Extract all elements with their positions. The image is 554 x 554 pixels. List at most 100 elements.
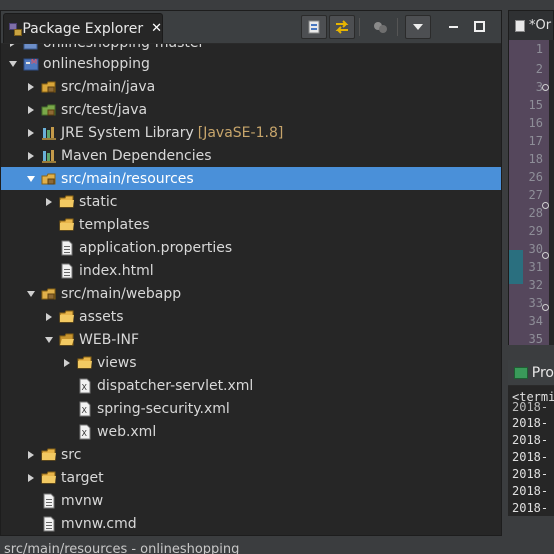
- console-line: 2018-: [512, 501, 549, 515]
- tree-item-label: JRE System Library: [61, 124, 194, 141]
- file-icon: [59, 240, 75, 256]
- chevron-right-icon[interactable]: [61, 357, 73, 369]
- file-icon: [515, 19, 525, 32]
- folder-icon: [41, 470, 57, 486]
- tree-item-maven-dependencies[interactable]: Maven Dependencies: [1, 144, 501, 167]
- tree-item-label: mvnw.cmd: [61, 515, 137, 532]
- chevron-right-icon[interactable]: [25, 127, 37, 139]
- svg-text:X: X: [82, 406, 88, 415]
- chevron-down-icon[interactable]: [25, 173, 37, 185]
- xml-file-icon: X: [77, 401, 93, 417]
- folder-open-icon: [59, 332, 75, 348]
- chevron-right-icon[interactable]: [25, 449, 37, 461]
- tree-item-onlineshopping[interactable]: M onlineshopping: [1, 52, 501, 75]
- line-number: 33: [528, 296, 543, 310]
- chevron-right-icon[interactable]: [25, 150, 37, 162]
- tree-item-label: index.html: [79, 262, 154, 279]
- tree-item-label: src/main/webapp: [61, 285, 182, 302]
- change-marker: [509, 250, 523, 284]
- fold-toggle-icon[interactable]: [542, 202, 549, 209]
- xml-file-icon: X: [77, 424, 93, 440]
- source-folder-icon: [41, 102, 57, 118]
- minimize-button[interactable]: [441, 15, 467, 39]
- tree-item-src-main-resources[interactable]: src/main/resources: [1, 167, 501, 190]
- toolbar-separator: [397, 18, 398, 36]
- tree-item-spring-security-xml[interactable]: X spring-security.xml: [1, 397, 501, 420]
- tree-item-src-main-webapp[interactable]: src/main/webapp: [1, 282, 501, 305]
- tree-item-web-xml[interactable]: X web.xml: [1, 420, 501, 443]
- close-icon[interactable]: ✕: [151, 21, 162, 36]
- tree-item-target[interactable]: target: [1, 466, 501, 489]
- line-number: 29: [528, 224, 543, 238]
- tree-item-assets[interactable]: assets: [1, 305, 501, 328]
- collapse-all-button[interactable]: [301, 15, 327, 39]
- line-number: 35: [528, 332, 543, 345]
- tree-item-jre-system-library[interactable]: JRE System Library [JavaSE-1.8]: [1, 121, 501, 144]
- tree-item-src[interactable]: src: [1, 443, 501, 466]
- tree-item-label: WEB-INF: [79, 331, 139, 348]
- tree-item-views[interactable]: views: [1, 351, 501, 374]
- chevron-right-icon[interactable]: [43, 311, 55, 323]
- view-menu-button[interactable]: [405, 15, 431, 39]
- focus-on-active-task-button[interactable]: [367, 15, 393, 39]
- fold-toggle-icon[interactable]: [542, 84, 549, 91]
- maximize-button[interactable]: [467, 15, 493, 39]
- code-editor[interactable]: 1 2 3 15 16 17 18 26 27 28 29 30 31 32 3…: [508, 40, 554, 345]
- line-number: 2: [535, 62, 543, 76]
- tree-item-static[interactable]: static: [1, 190, 501, 213]
- tree-item-label: views: [97, 354, 137, 371]
- file-icon: [41, 493, 57, 509]
- package-explorer-tab[interactable]: Package Explorer ✕: [3, 13, 163, 43]
- tree-item-label: Maven Dependencies: [61, 147, 212, 164]
- tree-item-label: application.properties: [79, 239, 233, 256]
- fold-toggle-icon[interactable]: [542, 252, 549, 259]
- chevron-right-icon[interactable]: [25, 81, 37, 93]
- project-icon: M: [23, 44, 39, 51]
- chevron-down-icon[interactable]: [25, 288, 37, 300]
- chevron-down-icon[interactable]: [7, 58, 19, 70]
- line-number: 18: [528, 152, 543, 166]
- console-tab[interactable]: Pro: [508, 360, 554, 386]
- chevron-right-icon[interactable]: [43, 196, 55, 208]
- tree-item-web-inf[interactable]: WEB-INF: [1, 328, 501, 351]
- chevron-right-icon[interactable]: [7, 44, 19, 49]
- fold-toggle-icon[interactable]: [542, 304, 549, 311]
- tree-item-application-properties[interactable]: application.properties: [1, 236, 501, 259]
- folder-icon: [41, 447, 57, 463]
- svg-text:X: X: [82, 383, 88, 392]
- link-with-editor-button[interactable]: [329, 15, 355, 39]
- tree-item-label: src/main/java: [61, 78, 156, 95]
- tree-item-src-main-java[interactable]: src/main/java: [1, 75, 501, 98]
- tree-item-label: onlineshopping: [43, 55, 150, 72]
- maven-project-icon: M: [23, 56, 39, 72]
- folder-icon: [77, 355, 93, 371]
- tree-item-label: src/test/java: [61, 101, 148, 118]
- line-number: 17: [528, 134, 543, 148]
- source-folder-icon: [41, 286, 57, 302]
- console-icon: [514, 366, 528, 379]
- chevron-right-icon[interactable]: [25, 104, 37, 116]
- tree-item-templates[interactable]: templates: [1, 213, 501, 236]
- package-explorer-view: Package Explorer ✕ M onlineshopping src/…: [0, 10, 502, 536]
- tree-item-dispatcher-servlet-xml[interactable]: X dispatcher-servlet.xml: [1, 374, 501, 397]
- console-line: 2018-: [512, 467, 549, 481]
- console-line: 2018-: [512, 400, 549, 414]
- minimize-icon: [449, 26, 458, 28]
- tree-item-label: mvnw: [61, 492, 104, 509]
- tree-item-mvnw[interactable]: mvnw: [1, 489, 501, 512]
- ide-window: Package Explorer ✕ M onlineshopping src/…: [0, 0, 554, 554]
- chevron-right-icon[interactable]: [25, 472, 37, 484]
- library-icon: [41, 148, 57, 164]
- tree-item-mvnw-cmd[interactable]: mvnw.cmd: [1, 512, 501, 535]
- tree-item-label: src: [61, 446, 82, 463]
- chevron-down-icon[interactable]: [43, 334, 55, 346]
- tab-title: Package Explorer: [22, 20, 144, 37]
- tree-item-index-html[interactable]: index.html: [1, 259, 501, 282]
- tree-item-label: onlineshopping-master: [43, 44, 204, 51]
- console-line: 2018-: [512, 484, 549, 498]
- svg-text:M: M: [29, 44, 35, 45]
- console-output[interactable]: <termi 2018- 2018- 2018- 2018- 2018- 201…: [508, 386, 554, 516]
- package-explorer-icon: [8, 22, 22, 36]
- tree-item-src-test-java[interactable]: src/test/java: [1, 98, 501, 121]
- editor-tab[interactable]: *Or: [508, 10, 554, 40]
